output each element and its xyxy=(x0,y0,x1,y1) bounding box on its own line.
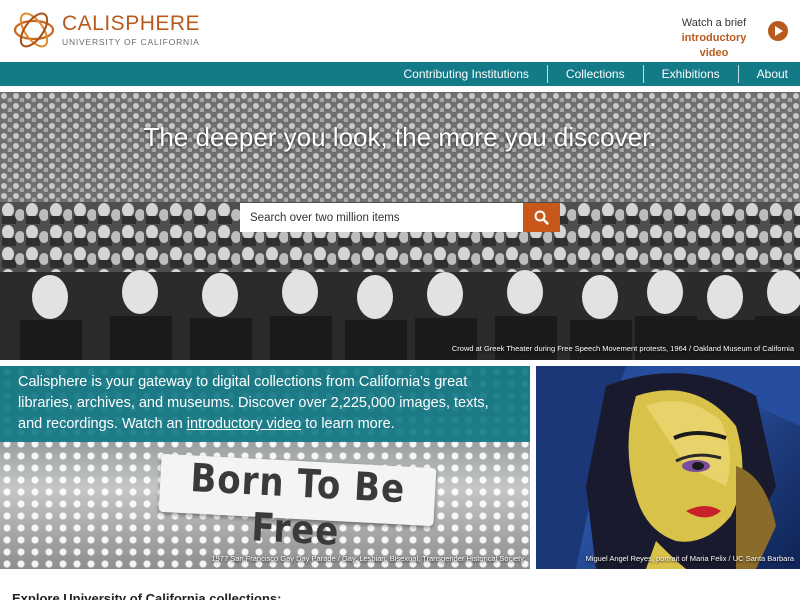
intro-video-line2: introductory xyxy=(681,32,747,44)
intro-text-after: to learn more. xyxy=(301,416,395,432)
calisphere-logo-icon xyxy=(13,12,55,48)
nav-collections[interactable]: Collections xyxy=(546,65,643,83)
search-icon xyxy=(534,210,549,225)
hero-title: The deeper you look, the more you discov… xyxy=(143,122,657,152)
explore-heading: Explore University of California collect… xyxy=(12,591,282,600)
play-icon[interactable] xyxy=(768,21,788,41)
intro-video-line1: Watch a brief xyxy=(681,17,747,29)
hero-caption: Crowd at Greek Theater during Free Speec… xyxy=(451,344,794,353)
featured-image-right[interactable]: Miguel Angel Reyes, portrait of Maria Fe… xyxy=(536,366,800,569)
intro-video-line3: video xyxy=(699,47,729,59)
nav-exhibitions[interactable]: Exhibitions xyxy=(642,65,738,83)
calisphere-logo[interactable]: CALISPHERE UNIVERSITY OF CALIFORNIA xyxy=(12,10,200,50)
intro-video-link[interactable]: Watch a brief introductory video xyxy=(674,16,754,61)
banner-text: Born To Be Free xyxy=(189,455,407,556)
nav-about[interactable]: About xyxy=(737,65,800,83)
portrait-painting xyxy=(536,366,800,569)
search-button[interactable] xyxy=(523,203,560,232)
nav-contributing-institutions[interactable]: Contributing Institutions xyxy=(386,65,547,83)
hero-crowd-photo: The deeper you look, the more you discov… xyxy=(0,92,800,360)
intro-description: Calisphere is your gateway to digital co… xyxy=(0,366,530,442)
main-nav: Contributing Institutions Collections Ex… xyxy=(0,62,800,86)
search-form xyxy=(240,203,560,232)
left-image-caption: 1977 San Francisco Gay Day Parade / Gay,… xyxy=(211,554,524,563)
logo-name: CALISPHERE xyxy=(62,12,201,35)
right-image-caption: Miguel Angel Reyes, portrait of Maria Fe… xyxy=(585,554,794,563)
logo-subtitle: UNIVERSITY OF CALIFORNIA xyxy=(62,37,200,47)
intro-video-inline-link[interactable]: introductory video xyxy=(187,416,301,432)
search-input[interactable] xyxy=(240,203,523,232)
featured-image-left[interactable]: Born To Be Free Calisphere is your gatew… xyxy=(0,366,530,569)
site-header: CALISPHERE UNIVERSITY OF CALIFORNIA Watc… xyxy=(0,0,800,62)
